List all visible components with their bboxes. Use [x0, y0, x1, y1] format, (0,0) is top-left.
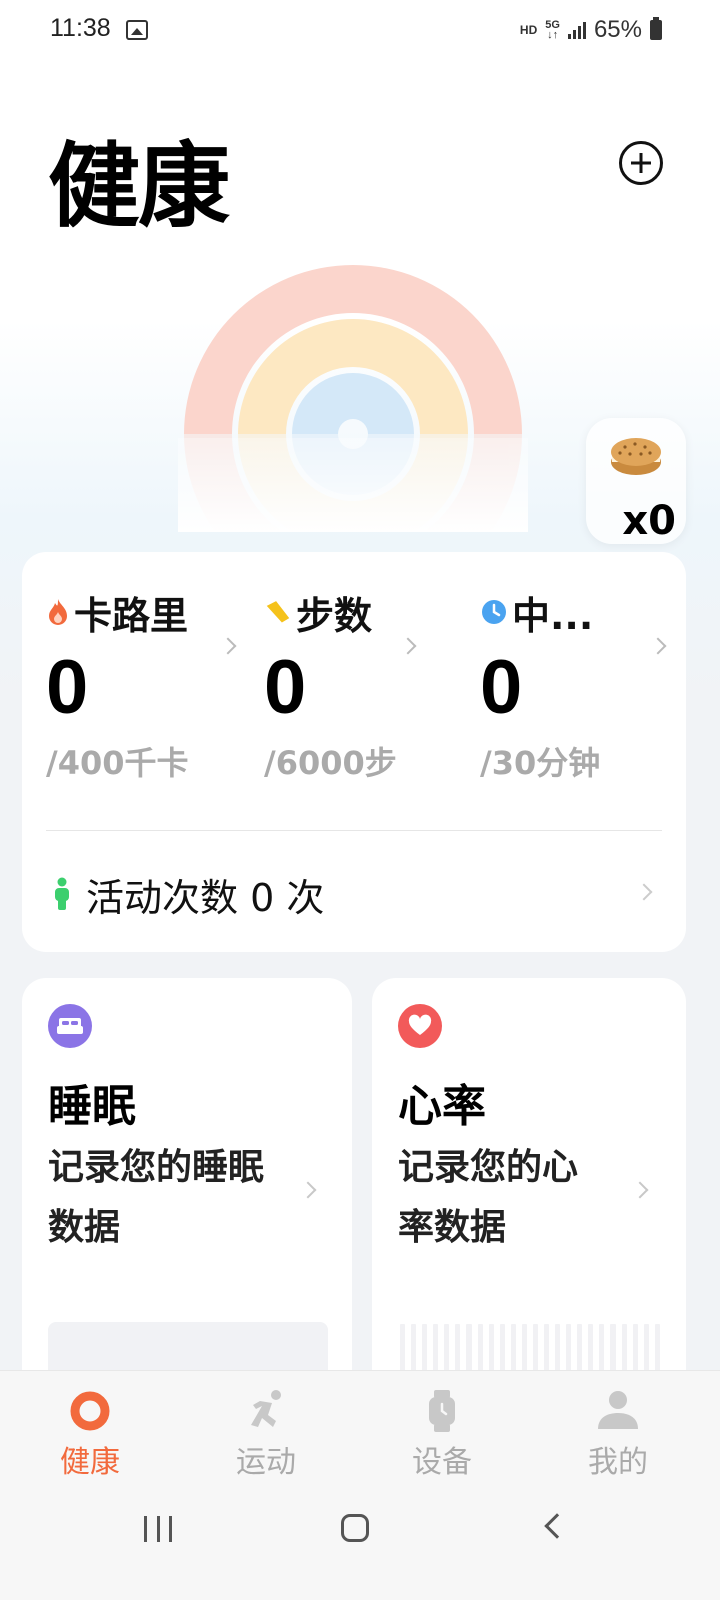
- home-icon[interactable]: [341, 1514, 369, 1542]
- calories-label: 卡路里: [74, 593, 189, 638]
- tab-health-label: 健康: [60, 1445, 120, 1480]
- add-button[interactable]: [619, 141, 663, 185]
- status-bar: 11:38 HD 5G ↓↑ 65%: [0, 0, 720, 64]
- back-icon[interactable]: [544, 1513, 570, 1539]
- chevron-right-icon: [631, 1181, 649, 1199]
- duration-goal: /30分钟: [480, 744, 601, 782]
- hd-voice-indicator: HD: [519, 23, 538, 37]
- tab-health[interactable]: 健康: [0, 1371, 180, 1495]
- tab-devices-label: 设备: [412, 1445, 472, 1480]
- signal-strength-icon: [567, 21, 586, 39]
- battery-percentage: 65%: [593, 16, 642, 43]
- divider: [46, 830, 662, 831]
- steps-goal: /6000步: [264, 744, 397, 782]
- tab-devices[interactable]: 设备: [352, 1371, 532, 1495]
- sleep-description: 记录您的睡眠数据: [48, 1147, 265, 1248]
- duration-value: 0: [480, 645, 523, 730]
- running-icon: [251, 1390, 281, 1427]
- steps-metric[interactable]: 步数 0 /6000步: [264, 590, 464, 784]
- tab-exercise[interactable]: 运动: [176, 1371, 356, 1495]
- status-indicators: HD 5G ↓↑ 65%: [520, 16, 662, 44]
- calories-goal: /400千卡: [46, 744, 189, 782]
- duration-metric[interactable]: 中... 0 /30分钟: [480, 590, 680, 784]
- user-icon: [598, 1391, 638, 1429]
- tab-profile[interactable]: 我的: [528, 1371, 708, 1495]
- heart-icon: [398, 1004, 442, 1048]
- footprint-icon: [266, 601, 290, 623]
- heart-rate-title: 心率: [398, 1081, 486, 1132]
- rewards-badge[interactable]: x0: [586, 418, 686, 544]
- health-ring-icon: [70, 1391, 110, 1431]
- heart-rate-card[interactable]: 心率 记录您的心率数据: [372, 978, 686, 1398]
- sleep-card[interactable]: 睡眠 记录您的睡眠数据: [22, 978, 352, 1398]
- cookie-icon: [611, 438, 661, 475]
- sleep-title: 睡眠: [48, 1081, 136, 1132]
- gallery-notification-icon: [126, 20, 148, 40]
- status-time: 11:38: [50, 14, 111, 42]
- activity-sessions-row[interactable]: 活动次数 0 次: [52, 864, 656, 924]
- page-title: 健康: [48, 133, 230, 240]
- chevron-right-icon: [299, 1181, 317, 1199]
- activity-sessions-label: 活动次数 0 次: [86, 875, 325, 920]
- activity-rings[interactable]: [178, 262, 528, 532]
- tab-profile-label: 我的: [588, 1445, 648, 1480]
- flame-icon: [49, 599, 67, 625]
- recent-apps-icon[interactable]: [144, 1516, 172, 1542]
- network-type-indicator: 5G ↓↑: [545, 19, 560, 41]
- bed-icon: [48, 1004, 92, 1048]
- activity-summary-card[interactable]: 卡路里 0 /400千卡 步数 0 /6000步 中... 0 /30分钟 活动…: [22, 552, 686, 952]
- chevron-right-icon: [635, 883, 653, 901]
- steps-label: 步数: [296, 593, 373, 638]
- heart-rate-description: 记录您的心率数据: [398, 1147, 579, 1248]
- duration-label: 中...: [512, 593, 594, 638]
- rewards-count: x0: [622, 498, 676, 544]
- calories-metric[interactable]: 卡路里 0 /400千卡: [46, 590, 246, 784]
- clock-icon: [482, 600, 506, 624]
- system-navigation-bar: [0, 1494, 720, 1600]
- bottom-navigation: 健康 运动 设备 我的: [0, 1370, 720, 1494]
- battery-icon: [650, 17, 662, 40]
- steps-value: 0: [264, 645, 307, 730]
- calories-value: 0: [46, 645, 89, 730]
- watch-icon: [429, 1390, 455, 1432]
- tab-exercise-label: 运动: [236, 1445, 296, 1480]
- person-icon: [55, 877, 69, 910]
